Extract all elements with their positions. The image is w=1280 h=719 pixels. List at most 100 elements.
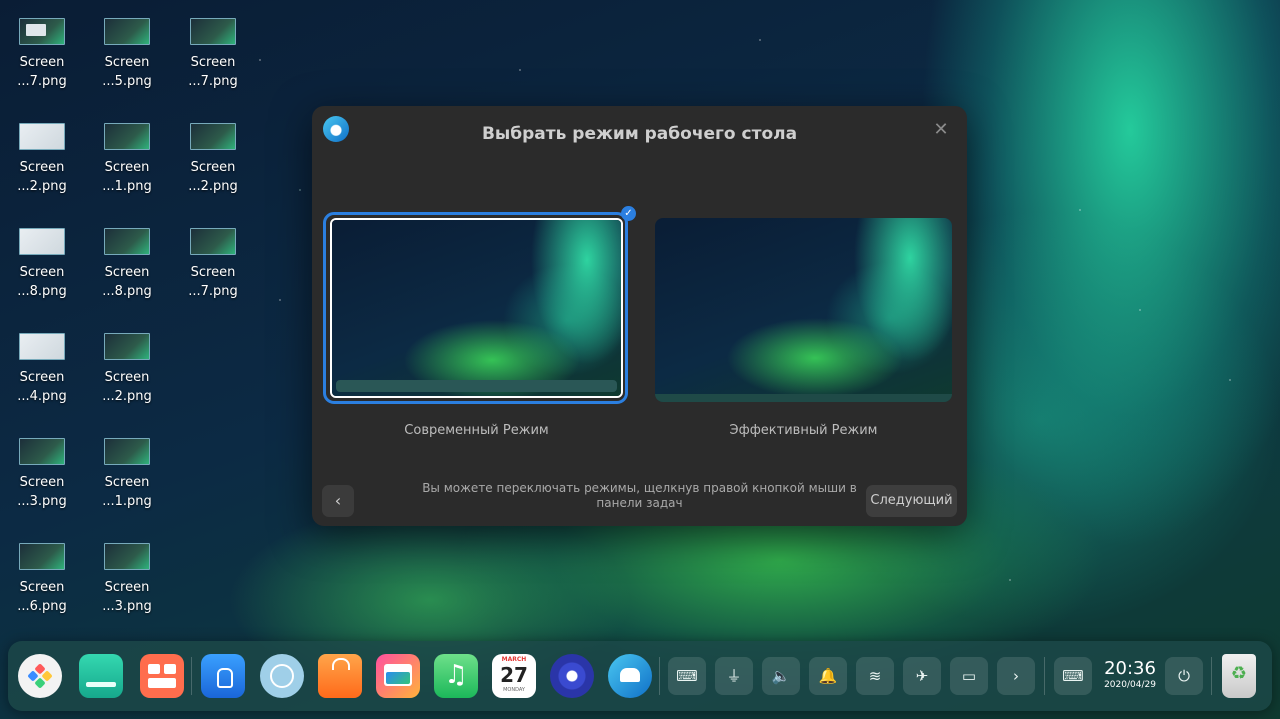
file-name: Screen xyxy=(104,580,150,595)
file-name-suffix: ...1.png xyxy=(102,494,152,509)
clock-time: 20:36 xyxy=(1104,658,1156,679)
desktop-file-icon[interactable]: Screen ...4.png xyxy=(2,333,82,406)
file-name: Screen xyxy=(190,265,236,280)
image-thumbnail-icon xyxy=(19,228,65,255)
back-button[interactable]: ‹ xyxy=(322,485,354,517)
deepin-handshake-icon[interactable] xyxy=(608,654,652,698)
modern-mode-thumbnail xyxy=(330,218,623,398)
file-name-suffix: ...3.png xyxy=(102,599,152,614)
file-name-suffix: ...5.png xyxy=(102,74,152,89)
file-name-suffix: ...8.png xyxy=(17,284,67,299)
trash-icon[interactable]: ♻ xyxy=(1222,654,1256,698)
file-name: Screen xyxy=(19,265,65,280)
image-thumbnail-icon xyxy=(19,543,65,570)
file-name: Screen xyxy=(104,160,150,175)
file-name-suffix: ...1.png xyxy=(102,179,152,194)
multitasking-icon[interactable] xyxy=(79,654,123,698)
image-thumbnail-icon xyxy=(19,333,65,360)
image-thumbnail-icon xyxy=(104,18,150,45)
file-name: Screen xyxy=(104,55,150,70)
file-name-suffix: ...2.png xyxy=(17,179,67,194)
taskbar-preview xyxy=(336,380,617,392)
file-name-suffix: ...7.png xyxy=(188,74,238,89)
selected-check-icon: ✓ xyxy=(621,206,636,221)
keyboard-icon[interactable]: ⌨ xyxy=(668,657,706,695)
image-thumbnail-icon xyxy=(104,333,150,360)
file-name-suffix: ...4.png xyxy=(17,389,67,404)
desktop-file-icon[interactable]: Screen ...6.png xyxy=(2,543,82,616)
store-bag-icon[interactable] xyxy=(318,654,362,698)
desktop-file-icon[interactable]: Screen ...3.png xyxy=(2,438,82,511)
taskbar-separator xyxy=(191,657,192,695)
airplane-mode-icon[interactable]: ✈ xyxy=(903,657,941,695)
desktop-mode-dialog: Выбрать режим рабочего стола ✕ ✓ Совреме… xyxy=(312,106,967,526)
file-name-suffix: ...2.png xyxy=(102,389,152,404)
taskbar-separator xyxy=(659,657,660,695)
desktop-file-icon[interactable]: Screen ...7.png xyxy=(2,18,82,91)
file-name: Screen xyxy=(19,580,65,595)
desktop-file-icon[interactable]: Screen ...1.png xyxy=(87,123,167,196)
desktop-file-icon[interactable]: Screen ...2.png xyxy=(87,333,167,406)
close-icon[interactable]: ✕ xyxy=(931,120,951,140)
image-viewer-icon[interactable] xyxy=(376,654,420,698)
file-name: Screen xyxy=(19,475,65,490)
recycle-icon: ♻ xyxy=(1230,663,1248,684)
taskbar-preview xyxy=(655,394,952,402)
power-icon[interactable]: ⏻ xyxy=(1165,657,1203,695)
image-thumbnail-icon xyxy=(190,123,236,150)
modern-mode-preview[interactable] xyxy=(327,215,626,401)
desktop-file-icon[interactable]: Screen ...7.png xyxy=(173,18,253,91)
expand-tray-icon[interactable]: › xyxy=(997,657,1035,695)
taskbar: ♫ MARCH 27 MONDAY ⌨ ⏚ 🔈 🔔 ≋ ✈ ▭ › ⌨ 20:36 2020/0… xyxy=(8,641,1272,711)
file-manager-icon[interactable] xyxy=(140,654,184,698)
clock[interactable]: 20:36 2020/04/29 xyxy=(1102,659,1158,691)
file-name: Screen xyxy=(104,475,150,490)
battery-icon[interactable]: ▭ xyxy=(950,657,988,695)
browser-icon[interactable] xyxy=(260,654,304,698)
file-name: Screen xyxy=(104,370,150,385)
image-thumbnail-icon xyxy=(19,123,65,150)
desktop-file-icon[interactable]: Screen ...1.png xyxy=(87,438,167,511)
dialog-title: Выбрать режим рабочего стола xyxy=(481,124,798,144)
wallpaper-preview xyxy=(332,220,621,396)
app-store-icon[interactable] xyxy=(201,654,245,698)
notification-bell-icon[interactable]: 🔔 xyxy=(809,657,847,695)
file-name-suffix: ...6.png xyxy=(17,599,67,614)
calendar-day: 27 xyxy=(500,663,528,687)
music-icon[interactable]: ♫ xyxy=(434,654,478,698)
desktop-file-icon[interactable]: Screen ...8.png xyxy=(2,228,82,301)
desktop-file-icon[interactable]: Screen ...3.png xyxy=(87,543,167,616)
wallpaper-preview xyxy=(655,218,952,402)
efficient-mode-label: Эффективный Режим xyxy=(729,423,878,438)
next-button[interactable]: Следующий xyxy=(866,485,957,517)
file-name-suffix: ...7.png xyxy=(188,284,238,299)
image-thumbnail-icon xyxy=(104,543,150,570)
file-name-suffix: ...3.png xyxy=(17,494,67,509)
clock-date: 2020/04/29 xyxy=(1104,680,1156,690)
desktop-file-icon[interactable]: Screen ...8.png xyxy=(87,228,167,301)
file-name: Screen xyxy=(190,55,236,70)
desktop-file-icon[interactable]: Screen ...2.png xyxy=(2,123,82,196)
file-name: Screen xyxy=(104,265,150,280)
volume-icon[interactable]: 🔈 xyxy=(762,657,800,695)
settings-icon[interactable] xyxy=(550,654,594,698)
usb-icon[interactable]: ⏚ xyxy=(715,657,753,695)
launcher-icon[interactable] xyxy=(18,654,62,698)
file-name-suffix: ...8.png xyxy=(102,284,152,299)
image-thumbnail-icon xyxy=(19,18,65,45)
image-thumbnail-icon xyxy=(190,228,236,255)
taskbar-separator xyxy=(1044,657,1045,695)
image-thumbnail-icon xyxy=(104,228,150,255)
calendar-icon[interactable]: MARCH 27 MONDAY xyxy=(492,654,536,698)
onscreen-keyboard-icon[interactable]: ⌨ xyxy=(1054,657,1092,695)
efficient-mode-preview[interactable] xyxy=(655,218,952,402)
wifi-icon[interactable]: ≋ xyxy=(856,657,894,695)
image-thumbnail-icon xyxy=(104,123,150,150)
calendar-month: MARCH xyxy=(501,656,527,663)
file-name: Screen xyxy=(190,160,236,175)
modern-mode-label: Современный Режим xyxy=(404,423,549,438)
image-thumbnail-icon xyxy=(19,438,65,465)
desktop-file-icon[interactable]: Screen ...7.png xyxy=(173,228,253,301)
desktop-file-icon[interactable]: Screen ...5.png xyxy=(87,18,167,91)
desktop-file-icon[interactable]: Screen ...2.png xyxy=(173,123,253,196)
